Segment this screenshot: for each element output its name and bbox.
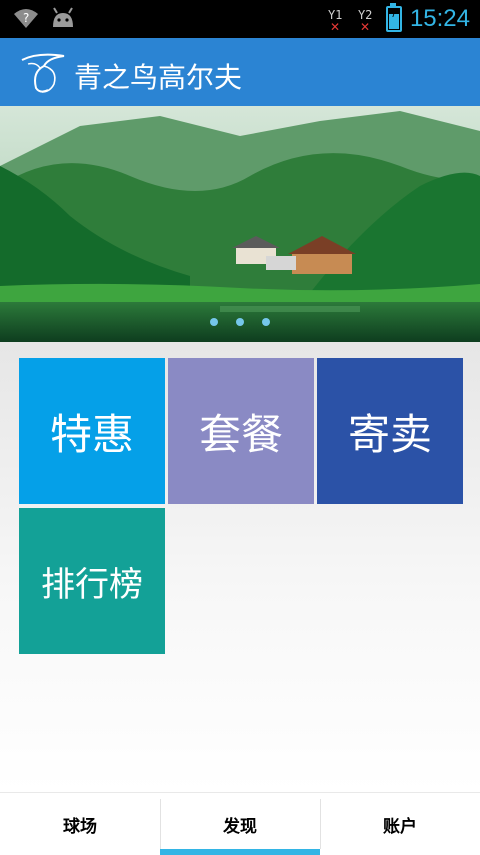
tile-label: 套餐 [198, 409, 283, 459]
tile-special-offers[interactable]: 特惠 [19, 358, 165, 504]
sim2-no-signal-icon: Y2 ✕ [357, 8, 373, 34]
tab-discover[interactable]: 发现 [160, 793, 320, 855]
status-bar: ? Y1 ✕ Y2 ✕ ϟ 15:24 [0, 0, 480, 38]
page-title: 青之鸟高尔夫 [74, 61, 243, 94]
app-header: 青之鸟高尔夫 [0, 38, 480, 106]
tile-packages[interactable]: 套餐 [168, 358, 314, 504]
carousel-dot[interactable] [262, 318, 270, 326]
bottom-tab-bar: 球场 发现 账户 [0, 792, 480, 855]
svg-text:?: ? [23, 11, 29, 25]
bird-logo-icon [21, 53, 65, 93]
tab-courses[interactable]: 球场 [0, 793, 160, 855]
tab-account[interactable]: 账户 [320, 793, 480, 855]
carousel-indicator [0, 318, 480, 326]
android-icon [53, 7, 73, 27]
tile-leaderboard[interactable]: 排行榜 [19, 508, 165, 654]
banner-image [0, 106, 480, 342]
tile-label: 排行榜 [41, 564, 143, 605]
tile-grid: 特惠 套餐 寄卖 排行榜 [0, 342, 480, 792]
carousel-dot[interactable] [210, 318, 218, 326]
tile-consignment[interactable]: 寄卖 [317, 358, 463, 504]
tile-label: 寄卖 [347, 409, 432, 459]
tab-label: 发现 [223, 816, 257, 837]
tab-label: 账户 [383, 816, 417, 837]
banner-carousel[interactable] [0, 106, 480, 342]
tile-label: 特惠 [49, 409, 134, 459]
battery-charging-icon: ϟ [385, 3, 402, 32]
tab-label: 球场 [63, 816, 97, 837]
carousel-dot[interactable] [236, 318, 244, 326]
clock: 15:24 [409, 5, 470, 32]
wifi-unknown-icon: ? [14, 9, 38, 28]
sim1-no-signal-icon: Y1 ✕ [327, 8, 343, 34]
